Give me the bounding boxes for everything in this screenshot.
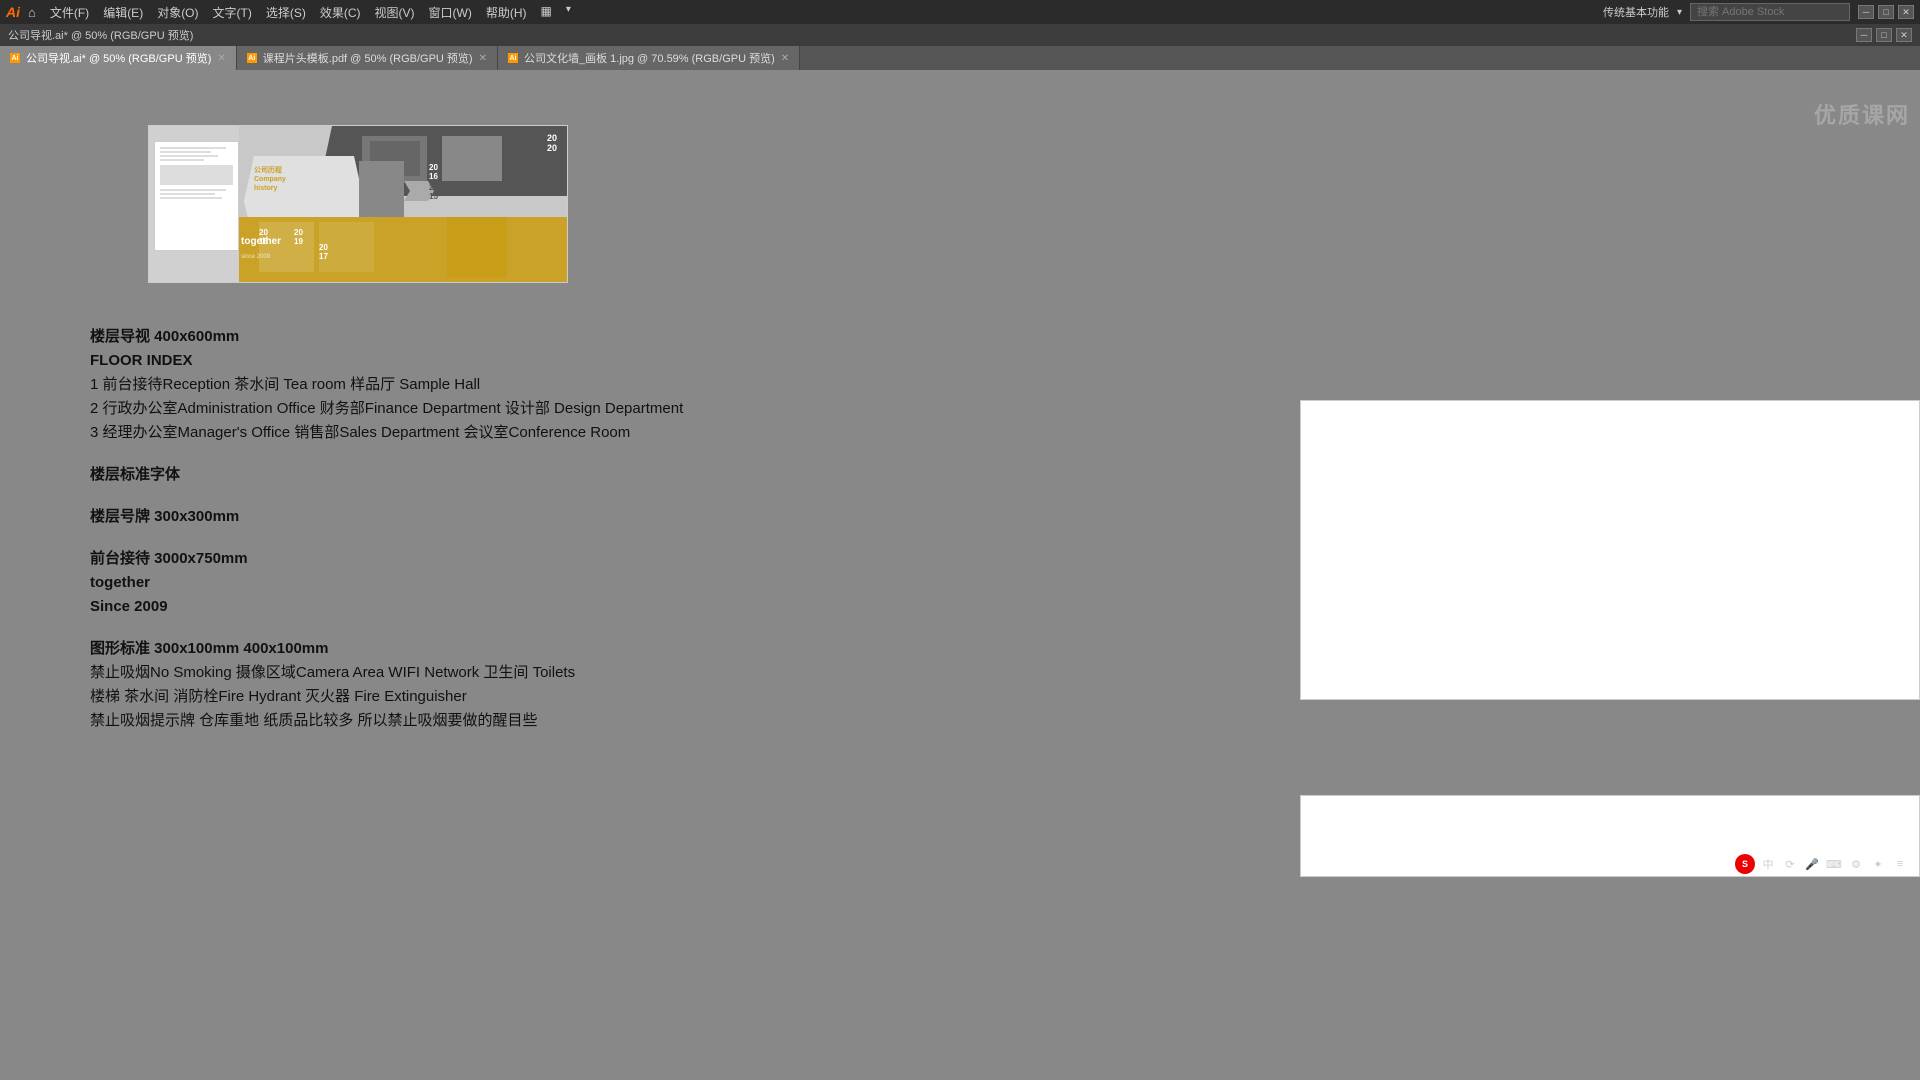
floor-line1: 1 前台接待Reception 茶水间 Tea room 样品厅 Sample … bbox=[90, 373, 810, 397]
standard-font-block: 楼层标准字体 bbox=[90, 463, 810, 487]
together-label: together bbox=[241, 236, 281, 247]
window-controls: ─ □ ✕ bbox=[1858, 5, 1914, 19]
year-2016: 2016 bbox=[429, 164, 438, 182]
home-icon: ⌂ bbox=[28, 5, 36, 20]
tab-3[interactable]: Ai 公司文化墙_画板 1.jpg @ 70.59% (RGB/GPU 预览) … bbox=[498, 46, 800, 70]
search-input[interactable] bbox=[1690, 3, 1850, 21]
menu-window[interactable]: 窗口(W) bbox=[423, 2, 478, 23]
maximize-button[interactable]: □ bbox=[1878, 5, 1894, 19]
floor-sign-block: 楼层号牌 300x300mm bbox=[90, 505, 810, 529]
tab-3-close[interactable]: ✕ bbox=[781, 53, 789, 64]
menu-effect[interactable]: 效果(C) bbox=[314, 2, 367, 23]
graphic-line2: 楼梯 茶水间 消防栓Fire Hydrant 灭火器 Fire Extingui… bbox=[90, 685, 810, 709]
year-2019: 2019 bbox=[294, 229, 303, 247]
graphic-line3: 禁止吸烟提示牌 仓库重地 纸质品比较多 所以禁止吸烟要做的醒目些 bbox=[90, 709, 810, 733]
tab-2-icon: Ai bbox=[247, 53, 257, 63]
standard-font: 楼层标准字体 bbox=[90, 463, 810, 487]
close-button[interactable]: ✕ bbox=[1898, 5, 1914, 19]
menu-layout[interactable]: ▦ bbox=[535, 2, 558, 23]
floor-index-block: 楼层导视 400x600mm FLOOR INDEX 1 前台接待Recepti… bbox=[90, 325, 810, 445]
mockup-wrapper: 2020 公司历程Companyhistory 2016 2015 2018 2… bbox=[149, 126, 567, 282]
tab-1-close[interactable]: ✕ bbox=[217, 53, 225, 64]
taskbar-icon-5: ⚙ bbox=[1847, 855, 1865, 873]
doc-close-button[interactable]: ✕ bbox=[1896, 28, 1912, 42]
since-label: since 2009 bbox=[241, 254, 270, 260]
taskbar-icon-1: 中 bbox=[1759, 855, 1777, 873]
tabs-bar: Ai 公司导视.ai* @ 50% (RGB/GPU 预览) ✕ Ai 课程片头… bbox=[0, 46, 1920, 70]
person-image bbox=[359, 161, 404, 221]
minimize-button[interactable]: ─ bbox=[1858, 5, 1874, 19]
menu-edit[interactable]: 编辑(E) bbox=[97, 2, 149, 23]
year-2017: 2017 bbox=[319, 244, 328, 262]
menu-right-arrow[interactable]: ▾ bbox=[1677, 7, 1682, 18]
reception-block: 前台接待 3000x750mm together Since 2009 bbox=[90, 547, 810, 619]
taskbar-icon-7: ≡ bbox=[1891, 855, 1909, 873]
floor-index: FLOOR INDEX bbox=[90, 349, 810, 373]
tab-2-close[interactable]: ✕ bbox=[479, 53, 487, 64]
taskbar-icon-3: 🎤 bbox=[1803, 855, 1821, 873]
graphic-std: 图形标准 300x100mm 400x100mm bbox=[90, 637, 810, 661]
menu-layout-arrow[interactable]: ▾ bbox=[560, 2, 577, 23]
tab-1[interactable]: Ai 公司导视.ai* @ 50% (RGB/GPU 预览) ✕ bbox=[0, 46, 237, 70]
golden-bottom bbox=[239, 217, 567, 282]
design-preview: 2020 公司历程Companyhistory 2016 2015 2018 2… bbox=[148, 125, 568, 283]
menu-items: 文件(F) 编辑(E) 对象(O) 文字(T) 选择(S) 效果(C) 视图(V… bbox=[44, 2, 577, 23]
watermark-text: 优质课网 bbox=[1814, 98, 1910, 130]
taskbar-icon-2: ⟳ bbox=[1781, 855, 1799, 873]
year-2015: 2015 bbox=[429, 184, 438, 202]
taskbar-icons: S 中 ⟳ 🎤 ⌨ ⚙ ✦ ≡ bbox=[1735, 854, 1909, 874]
year-2020-top: 2020 bbox=[547, 134, 557, 154]
doc-title-bar: 公司导视.ai* @ 50% (RGB/GPU 预览) ─ □ ✕ bbox=[0, 24, 1920, 46]
text-content: 楼层导视 400x600mm FLOOR INDEX 1 前台接待Recepti… bbox=[90, 325, 810, 751]
graphic-line1: 禁止吸烟No Smoking 摄像区域Camera Area WIFI Netw… bbox=[90, 661, 810, 685]
graphic-std-block: 图形标准 300x100mm 400x100mm 禁止吸烟No Smoking … bbox=[90, 637, 810, 733]
since-content: Since 2009 bbox=[90, 595, 810, 619]
golden-img-box bbox=[447, 217, 507, 277]
canvas-area: 优质课网 bbox=[0, 70, 1920, 1080]
floor-sign: 楼层号牌 300x300mm bbox=[90, 505, 810, 529]
reception: 前台接待 3000x750mm bbox=[90, 547, 810, 571]
menu-object[interactable]: 对象(O) bbox=[151, 2, 204, 23]
tab-1-label: 公司导视.ai* @ 50% (RGB/GPU 预览) bbox=[26, 50, 211, 66]
right-panel-2: S 中 ⟳ 🎤 ⌨ ⚙ ✦ ≡ bbox=[1300, 795, 1920, 877]
floor-heading: 楼层导视 400x600mm bbox=[90, 325, 810, 349]
right-panel-1 bbox=[1300, 400, 1920, 700]
doc-maximize-button[interactable]: □ bbox=[1876, 28, 1892, 42]
company-history-cn: 公司历程Companyhistory bbox=[254, 166, 286, 193]
taskbar-icon-4: ⌨ bbox=[1825, 855, 1843, 873]
menu-bar: Ai ⌂ 文件(F) 编辑(E) 对象(O) 文字(T) 选择(S) 效果(C)… bbox=[0, 0, 1920, 24]
together-content: together bbox=[90, 571, 810, 595]
menu-view[interactable]: 视图(V) bbox=[369, 2, 421, 23]
menu-file[interactable]: 文件(F) bbox=[44, 2, 95, 23]
doc-title: 公司导视.ai* @ 50% (RGB/GPU 预览) bbox=[8, 27, 193, 43]
menu-right: 传统基本功能 ▾ ─ □ ✕ bbox=[1603, 3, 1914, 21]
watermark: 优质课网 bbox=[1814, 98, 1910, 130]
tab-3-icon: Ai bbox=[508, 53, 518, 63]
tab-3-label: 公司文化墙_画板 1.jpg @ 70.59% (RGB/GPU 预览) bbox=[524, 50, 775, 66]
menu-select[interactable]: 选择(S) bbox=[260, 2, 312, 23]
tab-2[interactable]: Ai 课程片头模板.pdf @ 50% (RGB/GPU 预览) ✕ bbox=[237, 46, 498, 70]
ai-logo: Ai bbox=[6, 4, 20, 20]
floor-line2: 2 行政办公室Administration Office 财务部Finance … bbox=[90, 397, 810, 421]
menu-text[interactable]: 文字(T) bbox=[207, 2, 258, 23]
page-left bbox=[154, 141, 239, 251]
taskbar-icon-6: ✦ bbox=[1869, 855, 1887, 873]
tab-2-label: 课程片头模板.pdf @ 50% (RGB/GPU 预览) bbox=[263, 50, 473, 66]
menu-help[interactable]: 帮助(H) bbox=[480, 2, 533, 23]
photo-box-2 bbox=[442, 136, 502, 181]
doc-minimize-button[interactable]: ─ bbox=[1856, 28, 1872, 42]
sougou-icon: S bbox=[1735, 854, 1755, 874]
menu-right-text: 传统基本功能 bbox=[1603, 4, 1669, 20]
tab-1-icon: Ai bbox=[10, 53, 20, 63]
floor-line3: 3 经理办公室Manager's Office 销售部Sales Departm… bbox=[90, 421, 810, 445]
